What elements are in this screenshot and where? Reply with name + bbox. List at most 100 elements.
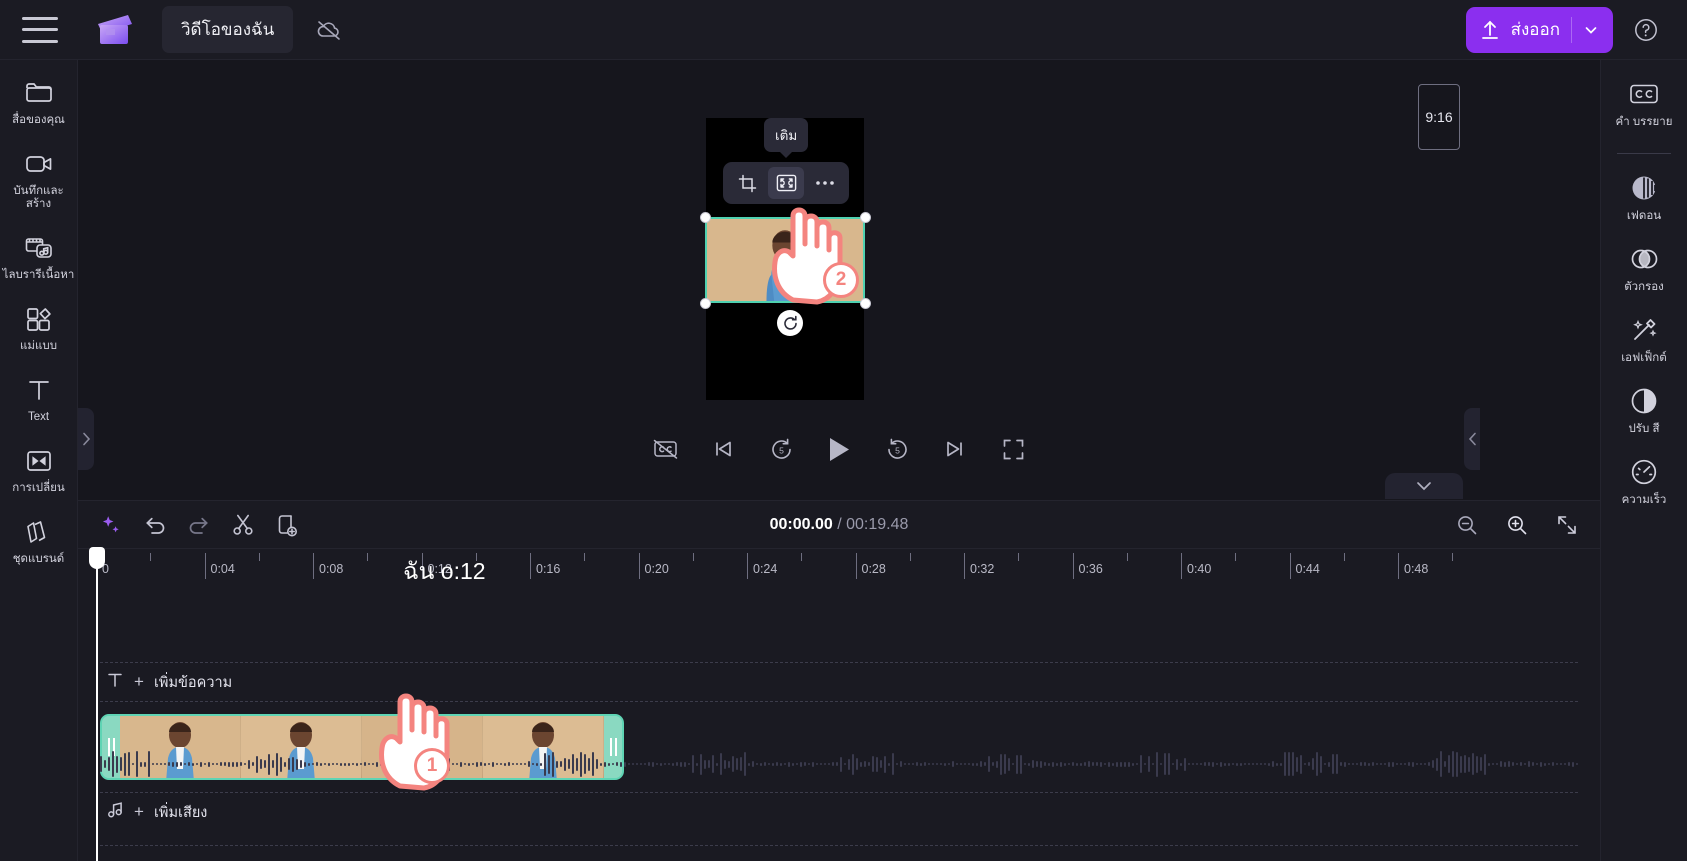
rotate-icon[interactable] xyxy=(777,310,803,336)
sidebar-item-content-library[interactable]: ไลบรารีเนื้อหา xyxy=(0,233,78,282)
right-item-label: เฟดอน xyxy=(1626,210,1662,222)
skip-to-start[interactable] xyxy=(706,432,740,466)
ruler-tick-major: 0:20 xyxy=(638,553,669,579)
right-item-adjust-color[interactable]: ปรับ สี xyxy=(1601,385,1687,436)
duplicate-button[interactable] xyxy=(268,508,306,542)
annotation-badge-2: 2 xyxy=(823,262,859,298)
help-circle-icon[interactable] xyxy=(1627,11,1665,49)
right-sidebar: คำ บรรยาย เฟดอน ตัวกรอง เอฟเฟ็กต์ ปรับ ส… xyxy=(1600,60,1687,861)
top-bar-right-group: ส่งออก xyxy=(1465,6,1665,53)
ruler-tick-minor xyxy=(1235,553,1237,561)
text-track-bottom-divider xyxy=(100,701,1578,702)
skip-to-end[interactable] xyxy=(938,432,972,466)
right-item-label: ตัวกรอง xyxy=(1624,281,1664,293)
zoom-out-button[interactable] xyxy=(1448,508,1486,542)
transitions-icon xyxy=(25,446,53,476)
timeline-ruler[interactable]: 0 0:04 0:08 0:12 0:16 0:20 0:24 0:28 0:32 0:36 0:4… xyxy=(78,548,1600,586)
sidebar-item-text[interactable]: Text xyxy=(0,375,78,424)
timeline-panel: 00:00.00 / 00:19.48 0 0:04 0:08 0:12 0:1… xyxy=(78,500,1600,861)
resize-handle-top-right[interactable] xyxy=(860,212,871,223)
chevron-right-icon xyxy=(82,432,90,446)
speed-gauge-icon xyxy=(1629,456,1659,488)
current-time: 00:00.00 xyxy=(769,515,833,533)
video-camera-icon xyxy=(24,149,54,179)
timeline-zoom-controls xyxy=(1442,508,1586,542)
right-item-captions[interactable]: คำ บรรยาย xyxy=(1601,78,1687,129)
more-horizontal-icon xyxy=(816,181,834,185)
clip-float-toolbar xyxy=(723,162,849,204)
time-separator: / xyxy=(832,515,847,533)
sidebar-label: การเปลี่ยน xyxy=(12,482,65,494)
zoom-in-button[interactable] xyxy=(1498,508,1536,542)
resize-handle-bottom-right[interactable] xyxy=(860,298,871,309)
hamburger-menu-icon[interactable] xyxy=(22,16,58,43)
sidebar-label: สื่อของคุณ xyxy=(12,114,65,126)
resize-handle-top-left[interactable] xyxy=(700,212,711,223)
play-button[interactable] xyxy=(822,432,856,466)
svg-text:5: 5 xyxy=(895,445,900,455)
sidebar-item-your-media[interactable]: สื่อของคุณ xyxy=(0,78,78,127)
add-text-plus: + xyxy=(134,672,144,691)
templates-icon xyxy=(25,304,53,334)
folder-icon xyxy=(24,78,54,108)
crop-button[interactable] xyxy=(729,167,765,199)
adjust-color-icon xyxy=(1629,385,1659,417)
aspect-ratio-button[interactable]: 9:16 xyxy=(1418,84,1460,150)
ruler-tick-major: 0:24 xyxy=(747,553,777,579)
right-item-filters[interactable]: ตัวกรอง xyxy=(1601,243,1687,294)
ruler-tick-major: 0:40 xyxy=(1181,553,1211,579)
ruler-tick-major: 0:48 xyxy=(1398,553,1428,579)
forward-5-seconds[interactable]: 5 xyxy=(880,432,914,466)
rewind-5-seconds[interactable]: 5 xyxy=(764,432,798,466)
add-audio-button[interactable]: + เพิ่มเสียง xyxy=(100,793,1578,831)
ruler-tick-minor xyxy=(584,553,586,561)
sidebar-label: ชุดแบรนด์ xyxy=(12,553,65,565)
fill-fit-button[interactable] xyxy=(768,167,804,199)
sidebar-item-record-create[interactable]: บันทึกและสร้าง xyxy=(0,149,78,211)
undo-button[interactable] xyxy=(136,508,174,542)
sidebar-item-brand-kit[interactable]: ชุดแบรนด์ xyxy=(0,517,78,566)
export-button[interactable]: ส่งออก xyxy=(1465,6,1613,53)
ai-tools-button[interactable] xyxy=(92,508,130,542)
project-title-input[interactable]: วิดีโอของฉัน xyxy=(162,6,294,53)
collapse-right-panel-button[interactable] xyxy=(1464,408,1480,470)
add-text-button[interactable]: + เพิ่มข้อความ xyxy=(100,663,1578,701)
split-button[interactable] xyxy=(224,508,262,542)
ruler-tick-major: 0:28 xyxy=(855,553,886,579)
clipchamp-logo[interactable] xyxy=(94,12,136,48)
cloud-off-icon[interactable] xyxy=(307,11,351,49)
add-audio-label: เพิ่มเสียง xyxy=(153,804,208,821)
sidebar-label: แม่แบบ xyxy=(19,340,57,352)
right-item-fade[interactable]: เฟดอน xyxy=(1601,172,1687,223)
right-item-effects[interactable]: เอฟเฟ็กต์ xyxy=(1601,314,1687,365)
timeline-collapse-button[interactable] xyxy=(1385,473,1463,499)
sidebar-label: Text xyxy=(27,411,50,423)
ruler-tick-minor xyxy=(1343,553,1345,561)
collapse-left-panel-button[interactable] xyxy=(78,408,94,470)
filters-icon xyxy=(1629,243,1659,275)
right-item-label: ความเร็ว xyxy=(1621,494,1667,506)
fade-icon xyxy=(1629,172,1659,204)
right-item-label: คำ บรรยาย xyxy=(1615,116,1673,128)
resize-handle-bottom-left[interactable] xyxy=(700,298,711,309)
redo-button[interactable] xyxy=(180,508,218,542)
playhead-knob[interactable] xyxy=(89,547,105,569)
content-library-icon xyxy=(24,233,54,263)
playhead[interactable] xyxy=(89,547,105,861)
right-item-speed[interactable]: ความเร็ว xyxy=(1601,456,1687,507)
annotation-badge-1: 1 xyxy=(414,748,450,784)
left-sidebar: สื่อของคุณ บันทึกและสร้าง ไลบรารีเนื้อหา… xyxy=(0,60,78,861)
ruler-tick-major: 0:32 xyxy=(964,553,994,579)
sidebar-item-templates[interactable]: แม่แบบ xyxy=(0,304,78,353)
captions-toggle[interactable] xyxy=(648,432,682,466)
text-icon xyxy=(106,671,124,694)
sidebar-item-transitions[interactable]: การเปลี่ยน xyxy=(0,446,78,495)
fit-to-timeline-button[interactable] xyxy=(1548,508,1586,542)
audio-track-bottom-divider xyxy=(100,845,1578,846)
ruler-tick-minor xyxy=(1126,553,1128,561)
ruler-tick-minor xyxy=(1018,553,1020,561)
more-options-button[interactable] xyxy=(807,167,843,199)
fullscreen-button[interactable] xyxy=(996,432,1030,466)
chevron-down-icon xyxy=(1417,482,1431,491)
ruler-tick-major: 0:44 xyxy=(1289,553,1320,579)
